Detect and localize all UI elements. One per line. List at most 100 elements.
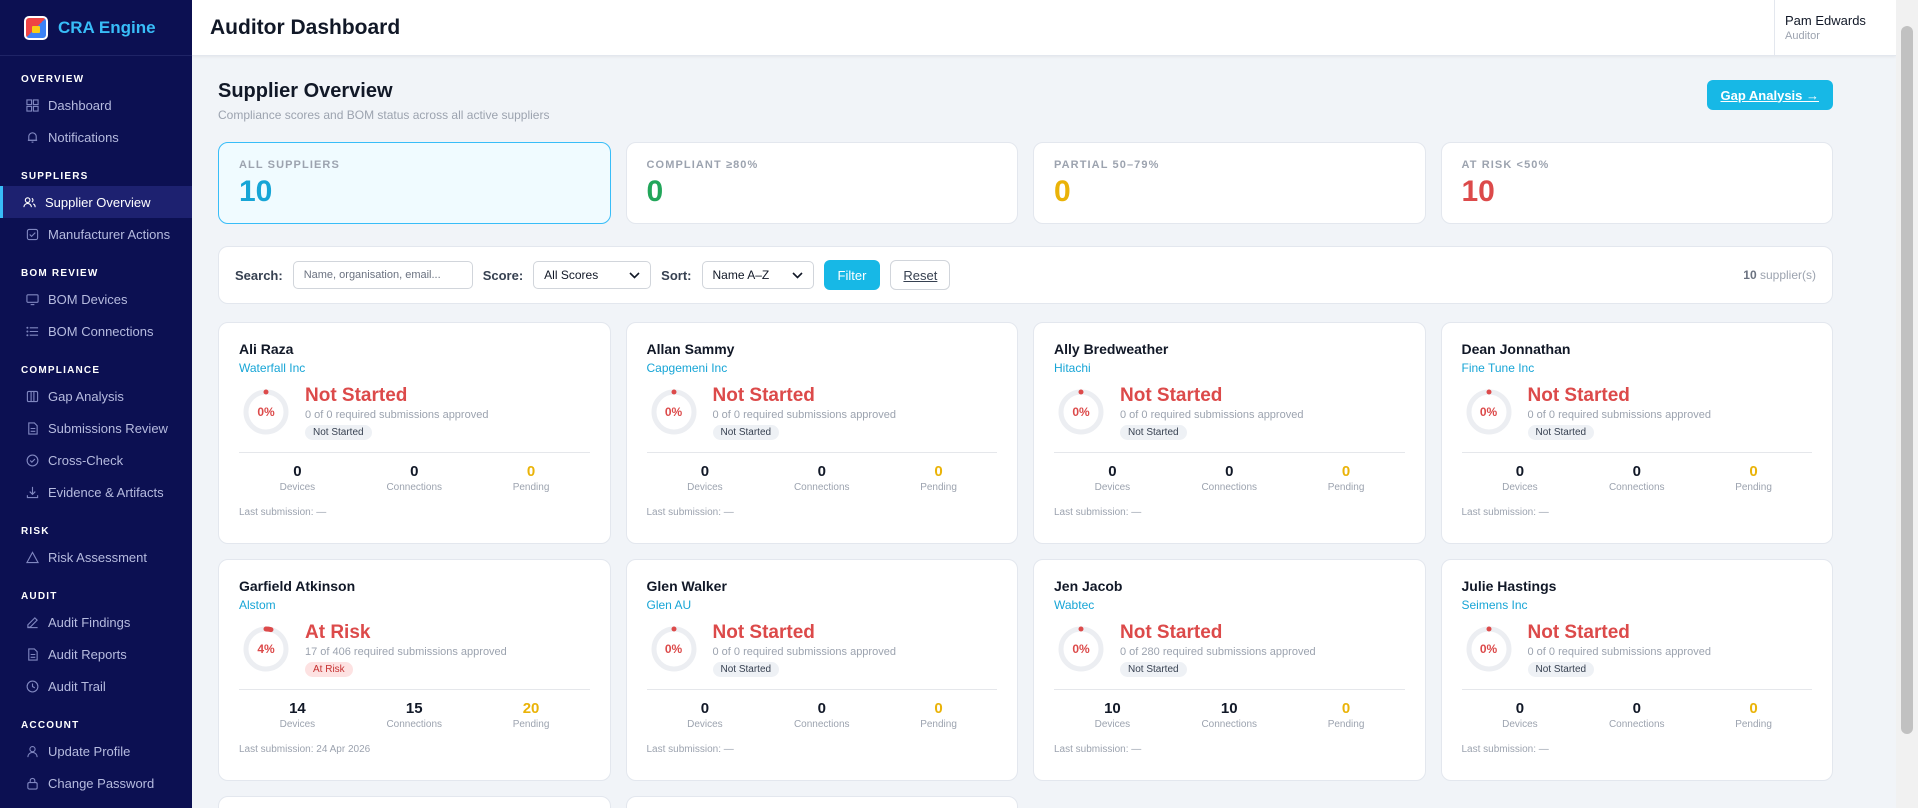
pending-label: Pending — [512, 482, 550, 493]
sidebar-item-evidence-artifacts[interactable]: Evidence & Artifacts — [0, 476, 192, 508]
supplier-org[interactable]: Wabtec — [1054, 598, 1405, 612]
sidebar-item-submissions-review[interactable]: Submissions Review — [0, 412, 192, 444]
sidebar-item-risk-assessment[interactable]: Risk Assessment — [0, 541, 192, 573]
sidebar-item-cross-check[interactable]: Cross-Check — [0, 444, 192, 476]
sidebar-nav: OVERVIEW Dashboard Notifications SUPPLIE… — [0, 56, 192, 799]
score-select[interactable]: All Scores — [533, 261, 652, 289]
supplier-card[interactable]: Julie Hastings Seimens Inc 0% Not Starte… — [1440, 559, 1833, 781]
supplier-card[interactable]: Jen Jacob Wabtec 0% Not Started 0 of 280… — [1033, 559, 1426, 781]
sidebar-item-notifications[interactable]: Notifications — [0, 121, 192, 153]
sidebar-item-manufacturer-actions[interactable]: Manufacturer Actions — [0, 218, 192, 250]
score-row: 0% Not Started 0 of 280 required submiss… — [1054, 622, 1405, 677]
gap-analysis-button[interactable]: Gap Analysis → — [1706, 80, 1833, 110]
metric-connections: 15 Connections — [356, 700, 472, 730]
nav-section: RISK Risk Assessment — [0, 508, 192, 573]
devices-value: 14 — [289, 700, 306, 717]
supplier-card[interactable] — [218, 796, 611, 808]
score-percent: 0% — [664, 405, 683, 419]
edit-icon — [26, 616, 39, 629]
page-scrollbar[interactable] — [1896, 0, 1918, 808]
score-row: 0% Not Started 0 of 0 required submissio… — [239, 385, 590, 440]
sidebar-item-change-password[interactable]: Change Password — [0, 767, 192, 799]
status-badge: Not Started — [1527, 425, 1595, 440]
sidebar-item-bom-devices[interactable]: BOM Devices — [0, 283, 192, 315]
supplier-org[interactable]: Fine Tune Inc — [1462, 361, 1813, 375]
last-submission: Last submission: — — [1054, 507, 1142, 518]
stat-card[interactable]: COMPLIANT ≥80% 0 — [625, 142, 1018, 224]
stat-label: AT RISK <50% — [1461, 159, 1550, 171]
sort-select[interactable]: Name A–Z — [701, 261, 814, 289]
brand[interactable]: CRA Engine — [0, 0, 192, 56]
grid-icon — [26, 98, 39, 112]
score-ring: 0% — [1462, 622, 1516, 676]
score-percent: 0% — [1072, 405, 1090, 419]
metric-pending: 0 Pending — [1288, 463, 1404, 493]
stat-value: 10 — [1461, 175, 1495, 208]
score-select-value: All Scores — [544, 268, 599, 282]
sidebar-item-audit-trail[interactable]: Audit Trail — [0, 670, 192, 702]
status-title: Not Started — [1120, 385, 1223, 406]
connections-value: 0 — [817, 463, 826, 480]
status-badge: At Risk — [305, 662, 353, 677]
reset-button[interactable]: Reset — [890, 260, 951, 290]
devices-value: 0 — [1515, 463, 1525, 480]
main-content: Supplier Overview Compliance scores and … — [192, 56, 1896, 808]
status-block: Not Started 0 of 0 required submissions … — [712, 385, 896, 440]
supplier-card[interactable] — [625, 796, 1018, 808]
supplier-org[interactable]: Alstom — [239, 598, 590, 612]
sidebar-item-audit-reports[interactable]: Audit Reports — [0, 638, 192, 670]
sidebar-item-bom-connections[interactable]: BOM Connections — [0, 315, 192, 347]
stat-label: ALL SUPPLIERS — [239, 159, 340, 171]
stat-value: 0 — [1054, 175, 1071, 208]
supplier-card[interactable]: Allan Sammy Capgemeni Inc 0% Not Started… — [625, 322, 1018, 544]
sidebar-item-update-profile[interactable]: Update Profile — [0, 735, 192, 767]
metric-pending: 0 Pending — [881, 700, 997, 730]
stat-card[interactable]: PARTIAL 50–79% 0 — [1033, 142, 1426, 224]
user-menu[interactable]: Pam Edwards Auditor — [1774, 0, 1896, 56]
supplier-card[interactable]: Ali Raza Waterfall Inc 0% Not Started 0 … — [218, 322, 611, 544]
search-input[interactable]: Name, organisation, email... — [292, 261, 473, 289]
metric-pending: 0 Pending — [1696, 700, 1812, 730]
supplier-card[interactable]: Dean Jonnathan Fine Tune Inc 0% Not Star… — [1440, 322, 1833, 544]
stat-card[interactable]: ALL SUPPLIERS 10 — [218, 142, 611, 224]
file-icon — [26, 421, 39, 435]
metrics-row: 0 Devices 0 Connections 0 Pending — [647, 463, 998, 493]
users-icon — [23, 196, 36, 209]
status-description: 0 of 280 required submissions approved — [1120, 646, 1316, 658]
supplier-org[interactable]: Waterfall Inc — [239, 361, 590, 375]
supplier-org[interactable]: Seimens Inc — [1462, 598, 1813, 612]
stat-label: COMPLIANT ≥80% — [646, 159, 759, 171]
filter-button[interactable]: Filter — [823, 260, 881, 290]
check-square-icon — [26, 228, 39, 241]
supplier-name: Allan Sammy — [646, 341, 735, 357]
clock-icon — [26, 680, 39, 693]
sidebar-item-label: Submissions Review — [48, 420, 168, 436]
stat-card[interactable]: AT RISK <50% 10 — [1440, 142, 1833, 224]
supplier-org[interactable]: Glen AU — [647, 598, 998, 612]
connections-label: Connections — [1608, 719, 1665, 730]
devices-value: 0 — [1515, 700, 1525, 717]
scrollbar-thumb[interactable] — [1901, 26, 1913, 734]
supplier-card[interactable]: Glen Walker Glen AU 0% Not Started 0 of … — [625, 559, 1018, 781]
supplier-card[interactable]: Garfield Atkinson Alstom 4% At Risk 17 o… — [218, 559, 611, 781]
score-percent: 4% — [257, 642, 275, 656]
supplier-card[interactable]: Ally Bredweather Hitachi 0% Not Started … — [1033, 322, 1426, 544]
supplier-org[interactable]: Hitachi — [1054, 361, 1405, 375]
nav-heading: ACCOUNT — [21, 720, 80, 731]
nav-heading: RISK — [21, 526, 50, 537]
status-description: 0 of 0 required submissions approved — [712, 646, 896, 658]
pending-value: 0 — [1341, 463, 1351, 480]
sidebar-item-dashboard[interactable]: Dashboard — [0, 89, 192, 121]
supplier-org[interactable]: Capgemeni Inc — [647, 361, 998, 375]
metric-devices: 0 Devices — [647, 700, 763, 730]
sidebar-item-audit-findings[interactable]: Audit Findings — [0, 606, 192, 638]
supplier-name: Jen Jacob — [1054, 578, 1123, 594]
status-badge: Not Started — [1120, 425, 1187, 440]
sidebar-item-gap-analysis[interactable]: Gap Analysis — [0, 380, 192, 412]
score-ring: 0% — [239, 385, 293, 439]
connections-label: Connections — [793, 719, 850, 730]
sidebar-item-supplier-overview[interactable]: Supplier Overview — [0, 186, 192, 218]
supplier-grid: Ali Raza Waterfall Inc 0% Not Started 0 … — [218, 322, 1833, 808]
pending-value: 0 — [934, 463, 943, 480]
sidebar-item-label: Cross-Check — [48, 452, 124, 468]
